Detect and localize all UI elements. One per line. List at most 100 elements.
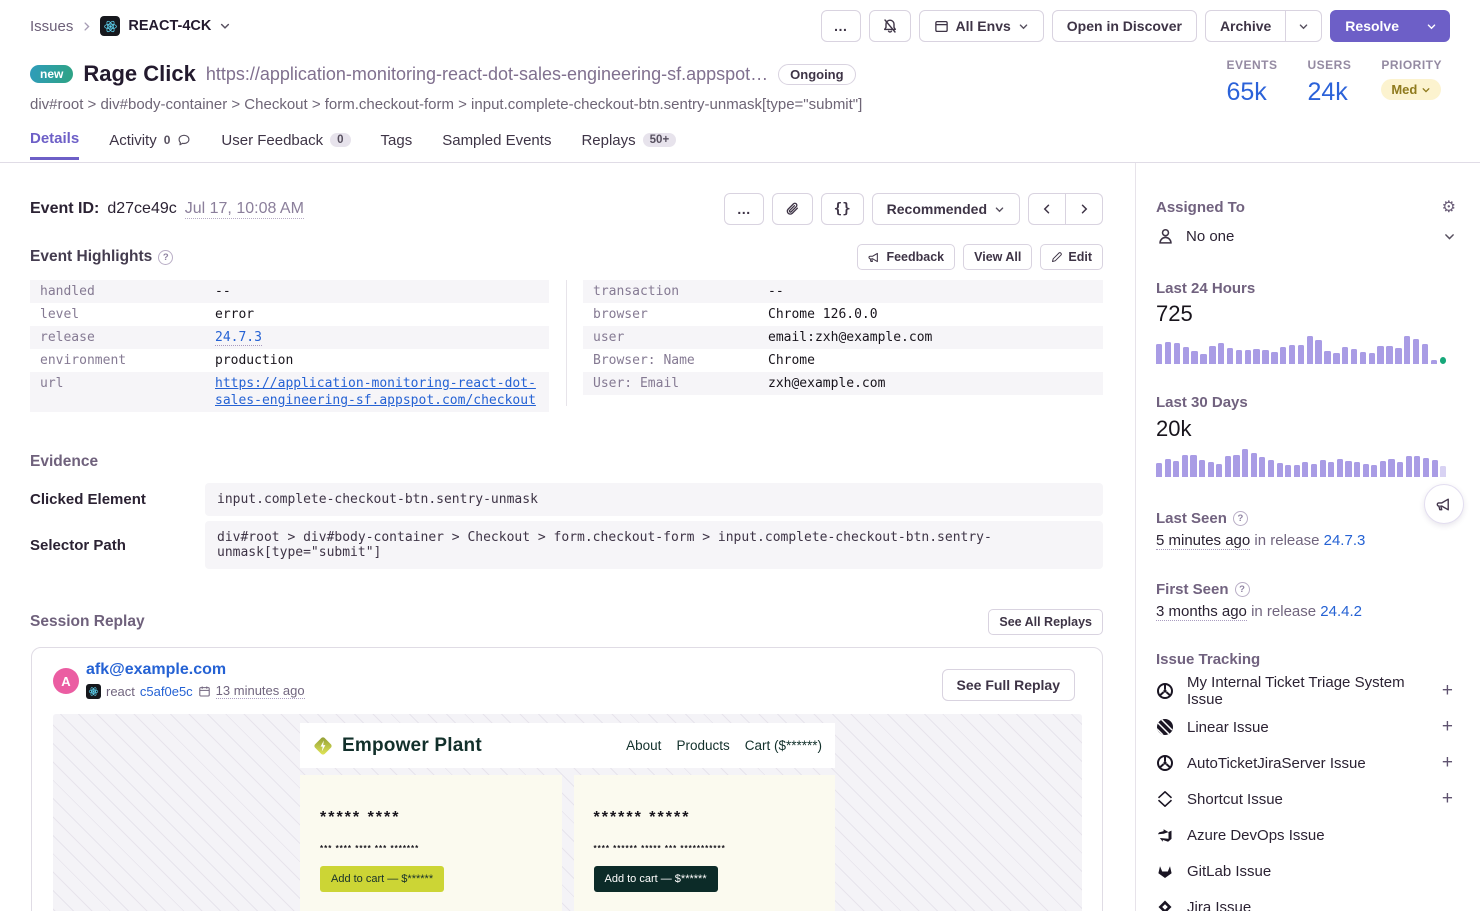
replay-time-ago[interactable]: 13 minutes ago (216, 683, 305, 699)
last-seen-time[interactable]: 5 minutes ago (1156, 532, 1250, 550)
tab-badge: 0 (330, 133, 350, 147)
chart-bar (1440, 466, 1446, 477)
issue-tracking-link[interactable]: AutoTicketJiraServer Issue (1187, 755, 1429, 772)
edit-highlights-button[interactable]: Edit (1040, 244, 1103, 270)
resolve-dropdown-button[interactable] (1414, 10, 1450, 42)
view-all-button[interactable]: View All (963, 244, 1032, 270)
tab-sampled-events[interactable]: Sampled Events (442, 130, 551, 160)
user-icon (1156, 227, 1175, 246)
chevron-down-icon[interactable] (219, 20, 231, 32)
replay-user-link[interactable]: afk@example.com (86, 661, 226, 679)
issue-tracking-item-shortcut-issue: Shortcut Issue + (1156, 781, 1456, 817)
add-issue-button[interactable]: + (1442, 716, 1456, 738)
chart-bar (1259, 457, 1265, 477)
avatar: A (53, 668, 79, 694)
first-seen-time[interactable]: 3 months ago (1156, 603, 1247, 621)
react-project-icon (86, 684, 101, 699)
chart-bar (1432, 460, 1438, 477)
first-seen-release-link[interactable]: 24.4.2 (1320, 603, 1362, 620)
chart-bar (1311, 464, 1317, 477)
issue-tracking-link[interactable]: Shortcut Issue (1187, 791, 1429, 808)
issue-tracking-item-gitlab-issue: GitLab Issue (1156, 853, 1456, 889)
last-30-days-count: 20k (1156, 416, 1191, 442)
floating-feedback-button[interactable] (1424, 484, 1464, 524)
environment-selector[interactable]: All Envs (919, 10, 1044, 42)
issue-tracking-link[interactable]: Azure DevOps Issue (1187, 827, 1456, 844)
last-seen-release-link[interactable]: 24.7.3 (1324, 532, 1366, 549)
breadcrumb-issues-link[interactable]: Issues (30, 18, 73, 35)
replay-nav-cart: Cart ($******) (745, 738, 822, 753)
help-icon[interactable]: ? (1235, 582, 1250, 597)
gear-icon[interactable]: ⚙ (1442, 200, 1456, 216)
event-timestamp[interactable]: Jul 17, 10:08 AM (185, 200, 304, 219)
see-full-replay-button[interactable]: See Full Replay (942, 669, 1075, 701)
see-all-replays-button[interactable]: See All Replays (988, 609, 1103, 635)
feedback-button[interactable]: Feedback (857, 244, 955, 270)
users-count[interactable]: 24k (1307, 78, 1351, 107)
issue-tracking-item-jira-issue: Jira Issue (1156, 889, 1456, 911)
more-actions-button[interactable]: … (821, 10, 861, 42)
mute-alerts-button[interactable] (869, 10, 911, 42)
sidebar-divider (1135, 163, 1136, 911)
resolve-button[interactable]: Resolve (1330, 10, 1414, 42)
attachments-button[interactable] (772, 193, 813, 225)
evidence-rows: Clicked Elementinput.complete-checkout-b… (30, 483, 1103, 569)
replay-id-link[interactable]: c5af0e5c (140, 684, 193, 699)
teamwork-icon (1156, 682, 1174, 700)
breadcrumb-short-id[interactable]: REACT-4CK (128, 18, 211, 34)
last-24-hours-chart (1156, 336, 1446, 364)
add-issue-button[interactable]: + (1442, 788, 1456, 810)
tab-details[interactable]: Details (30, 130, 79, 160)
json-button[interactable]: {} (821, 193, 864, 225)
issue-stats: EVENTS 65k USERS 24k PRIORITY Med (1226, 58, 1442, 107)
highlight-value-link[interactable]: 24.7.3 (215, 330, 262, 346)
add-issue-button[interactable]: + (1442, 680, 1456, 702)
status-badge: Ongoing (778, 64, 855, 85)
chart-bar (1253, 349, 1259, 364)
assignee-selector[interactable]: No one (1156, 227, 1456, 246)
highlight-key: release (40, 329, 215, 346)
previous-event-button[interactable] (1028, 193, 1066, 225)
chart-bar (1404, 336, 1410, 364)
event-more-button[interactable]: … (724, 193, 764, 225)
highlight-value: -- (768, 283, 784, 300)
next-event-button[interactable] (1066, 193, 1103, 225)
chart-bar (1209, 346, 1215, 364)
issue-title: Rage Click (83, 61, 196, 87)
events-count[interactable]: 65k (1226, 78, 1277, 107)
chart-bar (1242, 449, 1248, 477)
event-view-selector[interactable]: Recommended (872, 193, 1020, 225)
tab-activity[interactable]: Activity0 (109, 130, 191, 160)
add-issue-button[interactable]: + (1442, 752, 1456, 774)
issue-tracking-link[interactable]: My Internal Ticket Triage System Issue (1187, 674, 1429, 708)
highlight-value: https://application-monitoring-react-dot… (215, 375, 539, 409)
issue-header: new Rage Click https://application-monit… (30, 61, 1135, 113)
tab-replays[interactable]: Replays50+ (581, 130, 676, 160)
highlight-key: User: Email (593, 375, 768, 392)
chart-bar (1351, 349, 1357, 364)
tab-user-feedback[interactable]: User Feedback0 (221, 130, 350, 160)
chart-bar (1324, 351, 1330, 364)
tab-tags[interactable]: Tags (381, 130, 413, 160)
issue-tabs: Details Activity0 User Feedback0 Tags Sample… (30, 130, 676, 160)
chart-bar (1371, 465, 1377, 477)
archive-button[interactable]: Archive (1205, 10, 1286, 42)
open-in-discover-button[interactable]: Open in Discover (1052, 10, 1197, 42)
chart-bar (1414, 456, 1420, 477)
chart-bar (1173, 461, 1179, 477)
issue-tracking-link[interactable]: Jira Issue (1187, 899, 1456, 911)
help-icon[interactable]: ? (1233, 511, 1248, 526)
chart-bar (1218, 343, 1224, 364)
issue-tracking-link[interactable]: Linear Issue (1187, 719, 1429, 736)
issue-tracking-link[interactable]: GitLab Issue (1187, 863, 1456, 880)
help-icon[interactable]: ? (158, 250, 173, 265)
tab-label: Replays (581, 132, 635, 149)
priority-selector[interactable]: Med (1381, 79, 1441, 100)
first-seen-title: First Seen? (1156, 581, 1250, 598)
chart-bar (1251, 453, 1257, 477)
last-24-hours-count: 725 (1156, 301, 1193, 327)
archive-dropdown-button[interactable] (1286, 10, 1322, 42)
chart-bar (1156, 344, 1162, 364)
replay-preview[interactable]: Empower Plant AboutProductsCart ($******… (53, 714, 1082, 911)
highlight-value-link[interactable]: https://application-monitoring-react-dot… (215, 376, 536, 408)
